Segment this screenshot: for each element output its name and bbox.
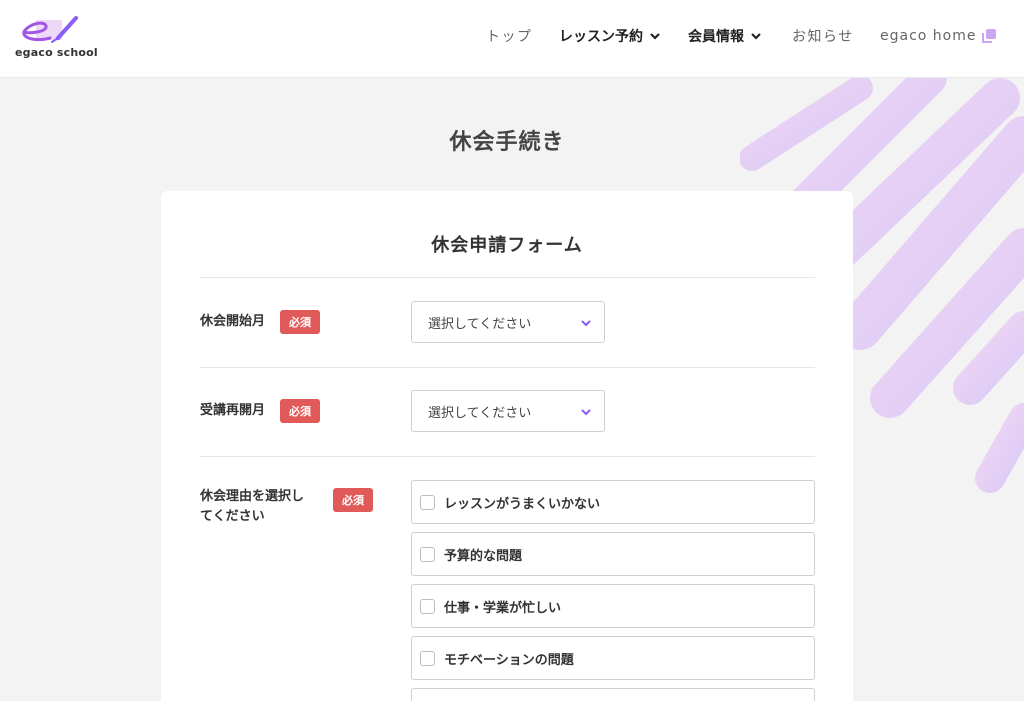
- resume-month-select-value: 選択してください: [428, 405, 532, 421]
- nav-news-label: お知らせ: [792, 29, 854, 45]
- reason-option[interactable]: 予算的な問題: [411, 532, 815, 576]
- resume-month-label: 受講再開月: [200, 403, 266, 418]
- resume-month-select[interactable]: 選択してください: [411, 390, 605, 432]
- checkbox[interactable]: [420, 494, 435, 510]
- site-logo[interactable]: egaco school: [14, 12, 98, 64]
- chevron-down-icon: [581, 409, 591, 416]
- reason-option-label: レッスンがうまくいかない: [444, 496, 601, 512]
- chevron-down-icon: [581, 320, 591, 327]
- chevron-down-icon: [650, 33, 660, 40]
- form-title: 休会申請フォーム: [431, 235, 583, 256]
- checkbox[interactable]: [420, 598, 435, 614]
- start-month-label: 休会開始月: [200, 314, 266, 329]
- checkbox[interactable]: [420, 546, 435, 562]
- reason-option[interactable]: 仕事・学業が忙しい: [411, 584, 815, 628]
- start-month-select-value: 選択してください: [428, 316, 532, 332]
- nav-egaco-home-label: egaco home: [880, 28, 977, 44]
- nav-top[interactable]: トップ: [486, 26, 533, 46]
- nav-member-info[interactable]: 会員情報: [688, 26, 762, 46]
- nav-member-info-label: 会員情報: [688, 29, 744, 45]
- nav-news[interactable]: お知らせ: [792, 26, 854, 46]
- reason-label-line2: てください: [200, 509, 265, 524]
- site-header: egaco school トップ レッスン予約 会員情報 お知らせ egaco …: [0, 0, 1024, 78]
- reason-option-label: 予算的な問題: [444, 548, 523, 564]
- logo-text: egaco school: [15, 46, 98, 59]
- chevron-down-icon: [751, 33, 761, 40]
- divider: [200, 456, 815, 457]
- suspension-form-card: 休会申請フォーム 休会開始月 必須 選択してください 受講再開月 必須 選択して…: [161, 191, 853, 701]
- egaco-logo-mark-icon: [22, 16, 78, 43]
- reason-option[interactable]: レッスンがうまくいかない: [411, 480, 815, 524]
- reason-label: 休会理由を選択し てください: [200, 487, 304, 527]
- reason-option[interactable]: モチベーションの問題: [411, 636, 815, 680]
- checkbox[interactable]: [420, 650, 435, 666]
- nav-lesson-booking[interactable]: レッスン予約: [559, 26, 661, 46]
- required-badge: 必須: [280, 399, 320, 423]
- reason-option-label: モチベーションの問題: [444, 652, 574, 668]
- start-month-select[interactable]: 選択してください: [411, 301, 605, 343]
- required-badge: 必須: [333, 488, 373, 512]
- reason-option-label: 仕事・学業が忙しい: [444, 600, 562, 616]
- divider: [200, 277, 815, 278]
- page-title: 休会手続き: [449, 130, 565, 155]
- nav-egaco-home[interactable]: egaco home: [880, 26, 997, 46]
- reason-label-line1: 休会理由を選択し: [200, 489, 305, 504]
- required-badge: 必須: [280, 310, 320, 334]
- nav-top-label: トップ: [486, 29, 533, 45]
- external-link-icon: [982, 29, 997, 43]
- nav-lesson-booking-label: レッスン予約: [559, 29, 643, 45]
- reason-option-partial[interactable]: [411, 688, 815, 701]
- divider: [200, 367, 815, 368]
